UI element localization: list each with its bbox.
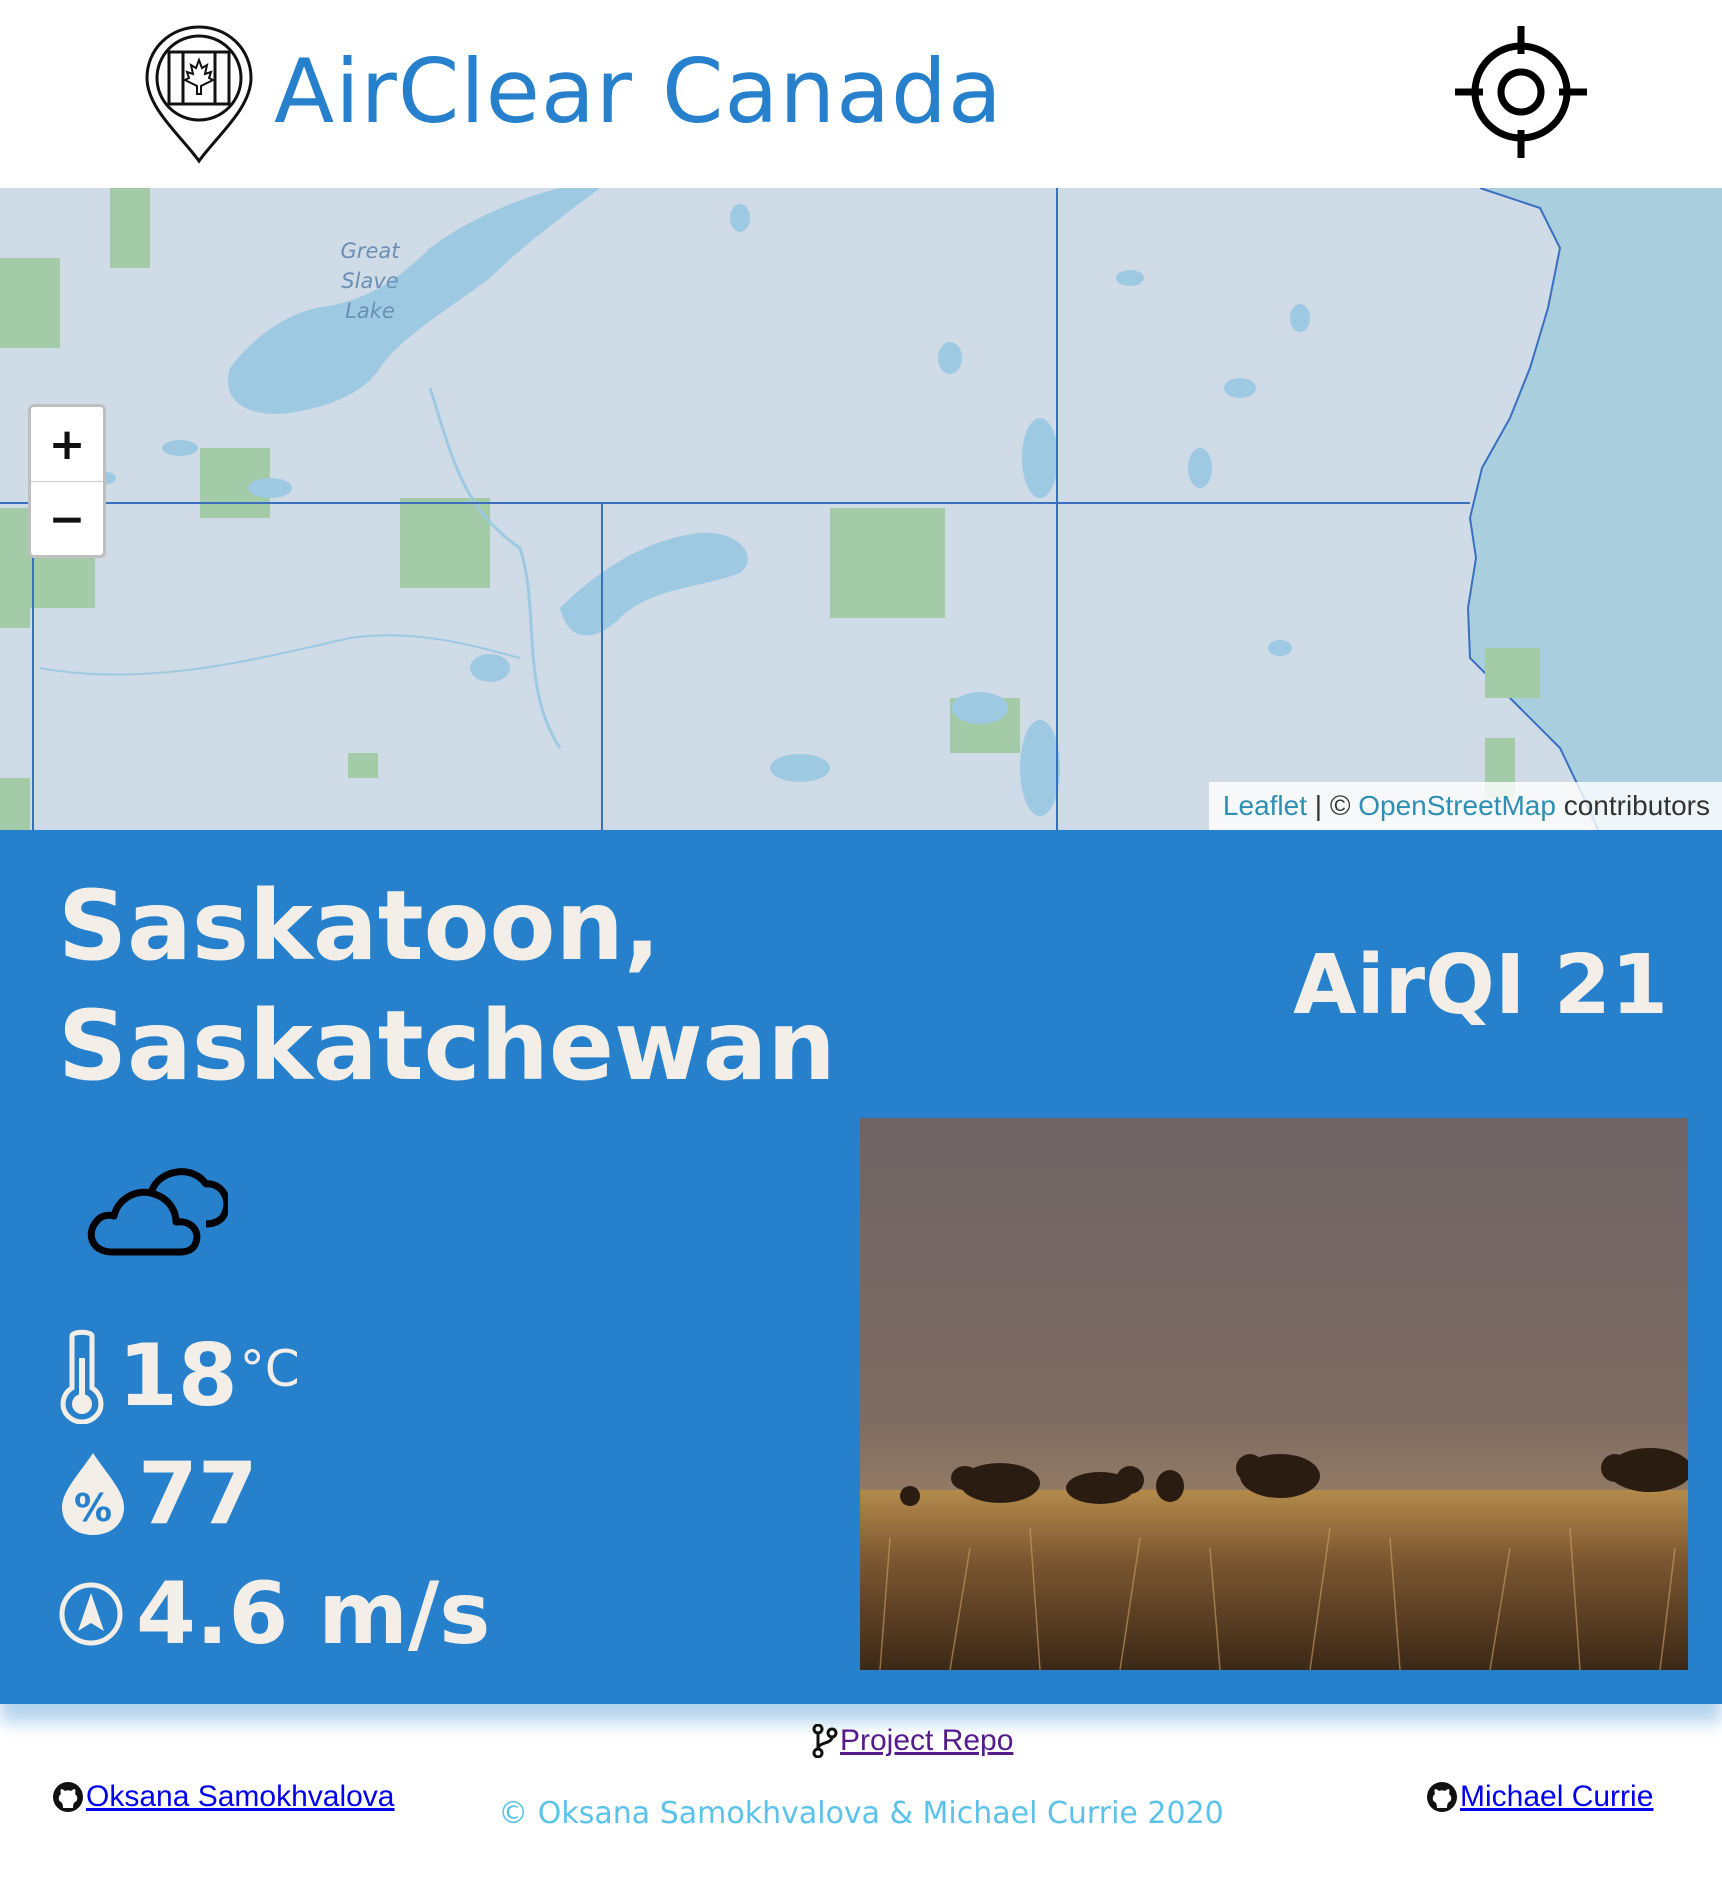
svg-text:%: % [74,1486,112,1530]
city-info-panel: Saskatoon, Saskatchewan AirQI 21 18 °C %… [0,830,1722,1704]
author2-link[interactable]: Michael Currie [1426,1780,1653,1814]
thermometer-icon [60,1329,104,1424]
crosshair-locate-icon[interactable] [1453,24,1589,160]
git-branch-icon [812,1724,838,1758]
temperature-value: 18 [118,1326,238,1426]
attribution-suffix: contributors [1563,790,1710,821]
author2-name[interactable]: Michael Currie [1460,1780,1653,1814]
app-title[interactable]: AirClear Canada [274,42,1003,142]
map-view[interactable]: Great Slave Lake + − [0,188,1722,830]
map-attribution: Leaflet | © OpenStreetMap contributors [1208,782,1722,830]
wind-direction-icon [59,1582,123,1646]
city-name-line2: Saskatchewan [58,990,836,1102]
map-lake-label-word: Slave [341,269,398,293]
attribution-separator: | © [1314,790,1351,821]
humidity-drop-icon: % [62,1453,124,1535]
city-name-line1: Saskatoon, [58,870,661,982]
github-icon [1427,1782,1457,1812]
temperature-row: 18 °C [58,1326,300,1426]
humidity-value: 77 [138,1444,258,1544]
map-tiles[interactable]: Great Slave Lake [0,188,1722,830]
wind-row: 4.6 m/s [58,1564,491,1664]
map-lake-label-word: Lake [345,299,395,323]
app-header: AirClear Canada [0,0,1722,188]
cloudy-icon [87,1168,228,1256]
leaflet-link[interactable]: Leaflet [1223,790,1307,821]
humidity-row: % 77 [58,1444,258,1544]
project-repo-link[interactable]: Project Repo [812,1724,1013,1758]
city-name: Saskatoon, Saskatchewan [58,866,836,1106]
map-lake-label: Great Slave Lake [341,239,401,323]
zoom-control: + − [28,404,106,558]
map-lake-label-word: Great [341,239,401,263]
zoom-out-button[interactable]: − [31,481,103,556]
project-repo-label[interactable]: Project Repo [840,1724,1013,1758]
city-photo-bison [860,1118,1688,1670]
page-footer: Project Repo Oksana Samokhvalova © Oksan… [0,1704,1722,1895]
openstreetmap-link[interactable]: OpenStreetMap [1358,790,1556,821]
wind-value: 4.6 m/s [136,1564,491,1664]
air-quality-index: AirQI 21 [1293,938,1668,1033]
zoom-in-button[interactable]: + [31,407,103,481]
temperature-unit: °C [239,1340,300,1398]
map-pin-canada-flag-icon [145,25,253,164]
